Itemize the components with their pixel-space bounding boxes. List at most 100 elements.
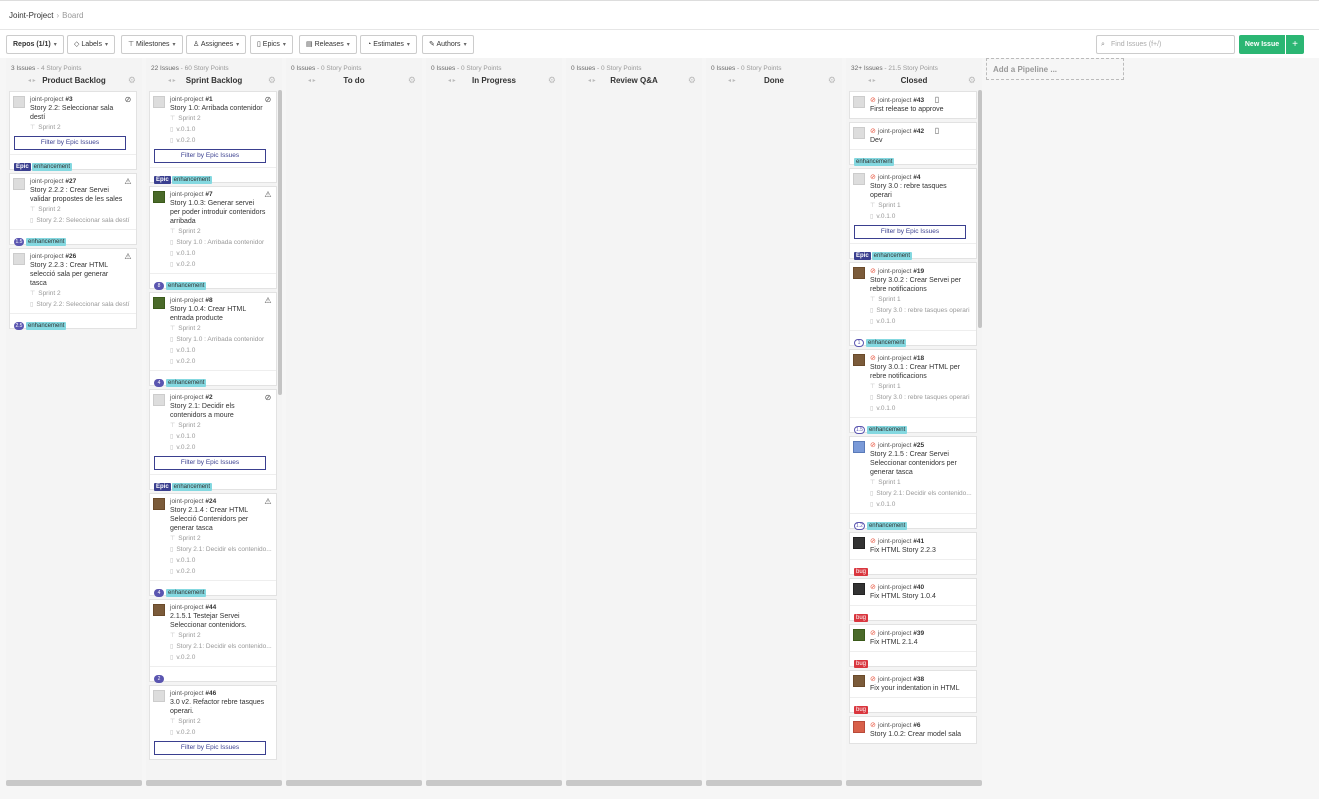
gear-icon[interactable]: ⚙ bbox=[688, 75, 696, 86]
issue-title[interactable]: Story 1.0.4: Crear HTML entrada producte bbox=[170, 305, 272, 323]
issue-card[interactable]: ⚠ joint-project #27 Story 2.2.2 : Crear Se… bbox=[9, 173, 137, 246]
issue-title[interactable]: Fix your indentation in HTML bbox=[870, 684, 972, 693]
labels-filter-button[interactable]: ◇ Labels ▾ bbox=[67, 35, 115, 54]
vertical-scrollbar[interactable] bbox=[978, 90, 982, 328]
filter-by-epic-issues-button[interactable]: Filter by Epic Issues bbox=[154, 741, 266, 755]
issue-title[interactable]: 2.1.5.1 Testejar Servei Seleccionar cont… bbox=[170, 612, 272, 630]
new-issue-dropdown-button[interactable]: + bbox=[1286, 35, 1304, 54]
horizontal-scrollbar[interactable] bbox=[426, 780, 562, 786]
issue-card-main: ⚠ joint-project #24 Story 2.1.4 : Crear HT… bbox=[150, 494, 276, 580]
warning-icon[interactable]: ⚠ bbox=[263, 190, 273, 200]
label-enhancement: enhancement bbox=[171, 175, 213, 184]
issue-card[interactable]: ⚠ joint-project #7 Story 1.0.3: Generar se… bbox=[149, 186, 277, 290]
issue-meta-text: v.0.1.0 bbox=[876, 405, 896, 412]
issue-card[interactable]: ⚠ joint-project #8 Story 1.0.4: Crear HTML… bbox=[149, 292, 277, 387]
issue-title[interactable]: Story 2.2.2 : Crear Servei validar propo… bbox=[30, 186, 132, 204]
issue-meta-text: Story 2.2: Seleccionar sala destí bbox=[36, 301, 130, 308]
issue-card[interactable]: ⚠ joint-project #26 Story 2.2.3 : Crear HT… bbox=[9, 248, 137, 330]
find-issues-input[interactable]: ⌕ Find Issues (f+/) bbox=[1096, 35, 1235, 54]
issue-card[interactable]: ▯ ⊘ joint-project #42 Dev enhancement bbox=[849, 122, 977, 166]
breadcrumb-project[interactable]: Joint-Project bbox=[9, 11, 53, 20]
issue-card[interactable]: ⊘ joint-project #41 Fix HTML Story 2.2.3 bu… bbox=[849, 532, 977, 576]
filter-by-epic-issues-button[interactable]: Filter by Epic Issues bbox=[154, 149, 266, 163]
assignees-filter-button[interactable]: ♙ Assignees ▾ bbox=[186, 35, 247, 54]
releases-filter-button[interactable]: ▤ Releases ▾ bbox=[299, 35, 357, 54]
issue-card[interactable]: ⊘ joint-project #39 Fix HTML 2.1.4 bug bbox=[849, 624, 977, 668]
issue-title[interactable]: Dev bbox=[870, 136, 972, 145]
issue-title[interactable]: Story 1.0.2: Crear model sala bbox=[870, 730, 972, 739]
issue-meta-text: Sprint 2 bbox=[178, 535, 201, 542]
issue-meta-text: v.0.2.0 bbox=[176, 444, 196, 451]
authors-filter-button[interactable]: ✎ Authors ▾ bbox=[422, 35, 474, 54]
horizontal-scrollbar[interactable] bbox=[846, 780, 982, 786]
issue-title[interactable]: Fix HTML Story 2.2.3 bbox=[870, 546, 972, 555]
filter-by-epic-issues-button[interactable]: Filter by Epic Issues bbox=[854, 225, 966, 239]
issue-number: #40 bbox=[913, 584, 925, 591]
milestone-icon: ⊤ bbox=[170, 326, 176, 332]
blocked-icon[interactable]: ⊘ bbox=[263, 95, 273, 105]
gear-icon[interactable]: ⚙ bbox=[268, 75, 276, 86]
horizontal-scrollbar[interactable] bbox=[286, 780, 422, 786]
issue-card[interactable]: ⊘ joint-project #25 Story 2.1.5 : Crear Se… bbox=[849, 436, 977, 530]
horizontal-scrollbar[interactable] bbox=[6, 780, 142, 786]
issue-card[interactable]: ⊘ joint-project #4 Story 3.0 : rebre tasqu… bbox=[849, 168, 977, 260]
horizontal-scrollbar[interactable] bbox=[706, 780, 842, 786]
issue-card[interactable]: joint-project #44 2.1.5.1 Testejar Servei… bbox=[149, 599, 277, 683]
avatar bbox=[13, 253, 25, 265]
issue-title[interactable]: Story 2.1.5 : Crear Servei Seleccionar c… bbox=[870, 450, 972, 477]
gear-icon[interactable]: ⚙ bbox=[128, 75, 136, 86]
issue-title[interactable]: Story 3.0.1 : Crear HTML per rebre notif… bbox=[870, 363, 972, 381]
milestones-filter-button[interactable]: ⊤ Milestones ▾ bbox=[121, 35, 183, 54]
epics-filter-button[interactable]: ▯ Epics ▾ bbox=[250, 35, 293, 54]
pipeline-issue-count: 0 Issues bbox=[711, 65, 736, 72]
estimates-filter-button[interactable]: ◔ Estimates ▾ bbox=[360, 35, 417, 54]
blocked-icon[interactable]: ⊘ bbox=[263, 393, 273, 403]
issue-title[interactable]: Story 1.0: Arribada contenidor bbox=[170, 104, 272, 113]
issue-title[interactable]: Fix HTML 2.1.4 bbox=[870, 638, 972, 647]
add-pipeline-button[interactable]: Add a Pipeline ... bbox=[986, 58, 1124, 80]
horizontal-scrollbar[interactable] bbox=[146, 780, 282, 786]
issue-card[interactable]: ⊘ joint-project #3 Story 2.2: Seleccionar … bbox=[9, 91, 137, 171]
issue-card[interactable]: ⊘ joint-project #6 Story 1.0.2: Crear mode… bbox=[849, 716, 977, 744]
issue-title[interactable]: Story 2.2: Seleccionar sala destí bbox=[30, 104, 132, 122]
issue-meta: ▯ v.0.2.0 bbox=[170, 357, 272, 367]
issue-card[interactable]: ⊘ joint-project #40 Fix HTML Story 1.0.4 bu… bbox=[849, 578, 977, 622]
issue-title[interactable]: Story 3.0.2 : Crear Servei per rebre not… bbox=[870, 276, 972, 294]
issue-repo-line: ⊘ joint-project #39 bbox=[870, 629, 972, 637]
issue-title[interactable]: Story 2.1: Decidir els contenidors a mou… bbox=[170, 402, 272, 420]
issue-card[interactable]: ⊘ joint-project #1 Story 1.0: Arribada con… bbox=[149, 91, 277, 184]
issue-card[interactable]: ⊘ joint-project #19 Story 3.0.2 : Crear Se… bbox=[849, 262, 977, 347]
issue-card[interactable]: ⚠ joint-project #24 Story 2.1.4 : Crear HT… bbox=[149, 493, 277, 597]
issue-title[interactable]: 3.0 v2. Refactor rebre tasques operari. bbox=[170, 698, 272, 716]
issue-card[interactable]: ⊘ joint-project #38 Fix your indentation i… bbox=[849, 670, 977, 714]
chevron-down-icon: ▾ bbox=[172, 42, 176, 48]
blocked-icon[interactable]: ⊘ bbox=[123, 95, 133, 105]
vertical-scrollbar[interactable] bbox=[278, 90, 282, 395]
filter-by-epic-issues-button[interactable]: Filter by Epic Issues bbox=[154, 456, 266, 470]
issue-meta: ▯ v.0.1.0 bbox=[170, 125, 272, 135]
issue-meta-text: v.0.1.0 bbox=[876, 213, 896, 220]
warning-icon[interactable]: ⚠ bbox=[263, 296, 273, 306]
warning-icon[interactable]: ⚠ bbox=[123, 252, 133, 262]
issue-card[interactable]: ⊘ joint-project #18 Story 3.0.1 : Crear HT… bbox=[849, 349, 977, 434]
filter-by-epic-issues-button[interactable]: Filter by Epic Issues bbox=[14, 136, 126, 150]
issue-title[interactable]: Fix HTML Story 1.0.4 bbox=[870, 592, 972, 601]
issue-title[interactable]: First release to approve bbox=[870, 105, 972, 114]
horizontal-scrollbar[interactable] bbox=[566, 780, 702, 786]
issue-card[interactable]: joint-project #46 3.0 v2. Refactor rebre … bbox=[149, 685, 277, 760]
issue-card[interactable]: ⊘ joint-project #2 Story 2.1: Decidir els … bbox=[149, 389, 277, 491]
warning-icon[interactable]: ⚠ bbox=[263, 497, 273, 507]
issue-title[interactable]: Story 1.0.3: Generar servei per poder in… bbox=[170, 199, 272, 226]
gear-icon[interactable]: ⚙ bbox=[828, 75, 836, 86]
issue-card[interactable]: ▯ ⊘ joint-project #43 First release to appr… bbox=[849, 91, 977, 119]
warning-icon[interactable]: ⚠ bbox=[123, 177, 133, 187]
new-issue-button[interactable]: New Issue bbox=[1239, 35, 1285, 54]
gear-icon[interactable]: ⚙ bbox=[408, 75, 416, 86]
issue-title[interactable]: Story 2.2.3 : Crear HTML selecció sala p… bbox=[30, 261, 132, 288]
issue-meta: ⊤ Sprint 2 bbox=[170, 534, 272, 544]
issue-title[interactable]: Story 2.1.4 : Crear HTML Selecció Conten… bbox=[170, 506, 272, 533]
issue-title[interactable]: Story 3.0 : rebre tasques operari bbox=[870, 182, 972, 200]
gear-icon[interactable]: ⚙ bbox=[968, 75, 976, 86]
gear-icon[interactable]: ⚙ bbox=[548, 75, 556, 86]
repos-filter-button[interactable]: Repos (1/1) ▾ bbox=[6, 35, 64, 54]
